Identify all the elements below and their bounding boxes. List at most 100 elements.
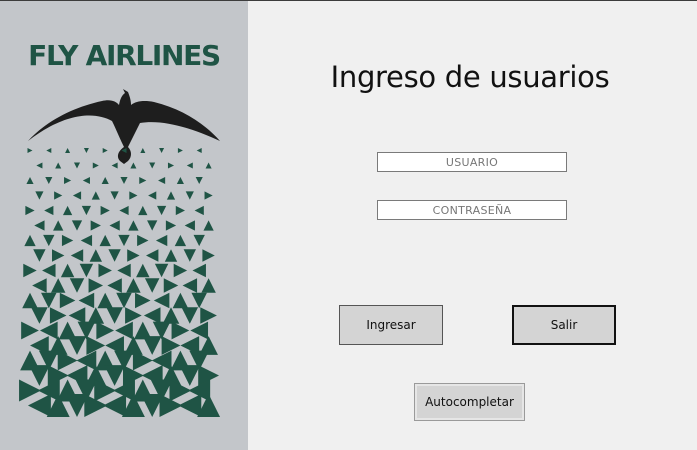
pattern-triangle: [19, 379, 41, 402]
pattern-triangle: [50, 278, 66, 293]
pattern-triangle: [192, 263, 206, 278]
pattern-triangle: [155, 234, 168, 247]
pattern-triangle: [83, 148, 89, 153]
pattern-triangle: [53, 220, 64, 231]
password-field[interactable]: [377, 200, 567, 220]
pattern-triangle: [36, 162, 43, 169]
pattern-triangle: [186, 162, 193, 169]
pattern-triangle: [119, 205, 129, 216]
pattern-triangle: [126, 278, 141, 293]
pattern-triangle: [171, 321, 190, 340]
pattern-triangle: [102, 148, 108, 153]
pattern-triangle: [173, 263, 188, 278]
pattern-triangle: [61, 234, 74, 247]
pattern-triangle: [44, 205, 54, 216]
pattern-triangle: [137, 234, 149, 247]
pattern-triangle: [138, 205, 148, 216]
pattern-triangle: [43, 234, 55, 247]
branding-panel: FLY AIRLINES: [0, 1, 248, 450]
pattern-triangle: [177, 148, 183, 153]
pattern-triangle: [107, 278, 122, 293]
pattern-triangle: [80, 234, 93, 247]
pattern-triangle: [148, 191, 157, 200]
pattern-triangle: [179, 365, 201, 386]
pattern-triangle: [22, 292, 38, 309]
pattern-triangle: [90, 220, 101, 231]
pattern-triangle: [115, 321, 133, 340]
pattern-triangle: [174, 234, 187, 247]
pattern-triangle: [204, 191, 213, 200]
pattern-triangle: [129, 191, 138, 200]
pattern-triangle: [176, 176, 184, 185]
pattern-triangle: [27, 394, 51, 417]
exit-button[interactable]: Salir: [512, 305, 616, 345]
pattern-triangle: [103, 394, 127, 417]
pattern-triangle: [203, 220, 214, 231]
pattern-triangle: [125, 307, 142, 324]
pattern-triangle: [67, 336, 87, 355]
pattern-triangle: [144, 278, 160, 293]
pattern-triangle: [35, 191, 44, 200]
pattern-triangle: [143, 307, 161, 324]
pattern-triangle: [194, 205, 204, 216]
pattern-triangle: [78, 292, 95, 309]
login-button[interactable]: Ingresar: [339, 305, 443, 345]
pattern-triangle: [42, 263, 56, 278]
pattern-triangle: [202, 249, 215, 262]
pattern-triangle: [57, 350, 78, 371]
pattern-triangle: [142, 336, 162, 355]
username-field[interactable]: [377, 152, 567, 172]
login-window: FLY AIRLINES Ingreso de usuarios Ingresa…: [0, 0, 697, 450]
pattern-triangle: [181, 307, 199, 324]
pattern-triangle: [21, 321, 39, 340]
pattern-triangle: [167, 162, 175, 169]
pattern-triangle: [153, 292, 170, 309]
pattern-triangle: [24, 234, 36, 247]
pattern-triangle: [101, 176, 109, 185]
pattern-triangle: [190, 321, 209, 340]
pattern-triangle: [111, 162, 118, 169]
pattern-triangle: [149, 162, 156, 169]
pattern-triangle: [72, 191, 82, 200]
pattern-triangle: [68, 307, 86, 324]
pattern-triangle: [41, 292, 57, 309]
pattern-triangle: [64, 176, 72, 185]
pattern-triangle: [136, 263, 150, 278]
pattern-triangle: [73, 162, 81, 169]
pattern-triangle: [27, 148, 33, 153]
pattern-triangle: [49, 307, 67, 324]
pattern-triangle: [34, 220, 45, 231]
pattern-triangle: [31, 307, 48, 324]
pattern-triangle: [60, 263, 75, 278]
pattern-triangle: [46, 148, 52, 153]
pattern-triangle: [81, 205, 92, 216]
pattern-triangle: [200, 307, 217, 324]
pattern-triangle: [147, 220, 158, 231]
pattern-triangle: [172, 292, 189, 309]
pattern-triangle: [117, 263, 131, 278]
pattern-triangle: [118, 234, 130, 247]
pattern-triangle: [92, 162, 99, 169]
pattern-triangle: [158, 176, 166, 185]
pattern-triangle: [191, 292, 207, 309]
pattern-triangle: [52, 249, 65, 262]
pattern-triangle: [163, 278, 179, 293]
pattern-triangle: [183, 249, 196, 262]
pattern-triangle: [195, 176, 203, 185]
pattern-triangle: [54, 191, 63, 200]
pattern-triangle: [130, 162, 137, 169]
pattern-triangle: [104, 365, 126, 386]
pattern-triangle: [109, 220, 120, 231]
autocomplete-button[interactable]: Autocompletar: [414, 383, 525, 421]
pattern-triangle: [28, 365, 50, 386]
pattern-triangle: [178, 394, 202, 417]
pattern-triangle: [185, 191, 194, 200]
pattern-triangle: [162, 307, 180, 324]
page-title: Ingreso de usuarios: [330, 60, 610, 94]
pattern-triangle: [175, 205, 186, 216]
pattern-triangle: [135, 292, 151, 309]
pattern-triangle: [99, 234, 111, 247]
pattern-triangle: [87, 307, 105, 324]
pattern-triangle: [100, 205, 110, 216]
pattern-triangle: [55, 162, 62, 169]
